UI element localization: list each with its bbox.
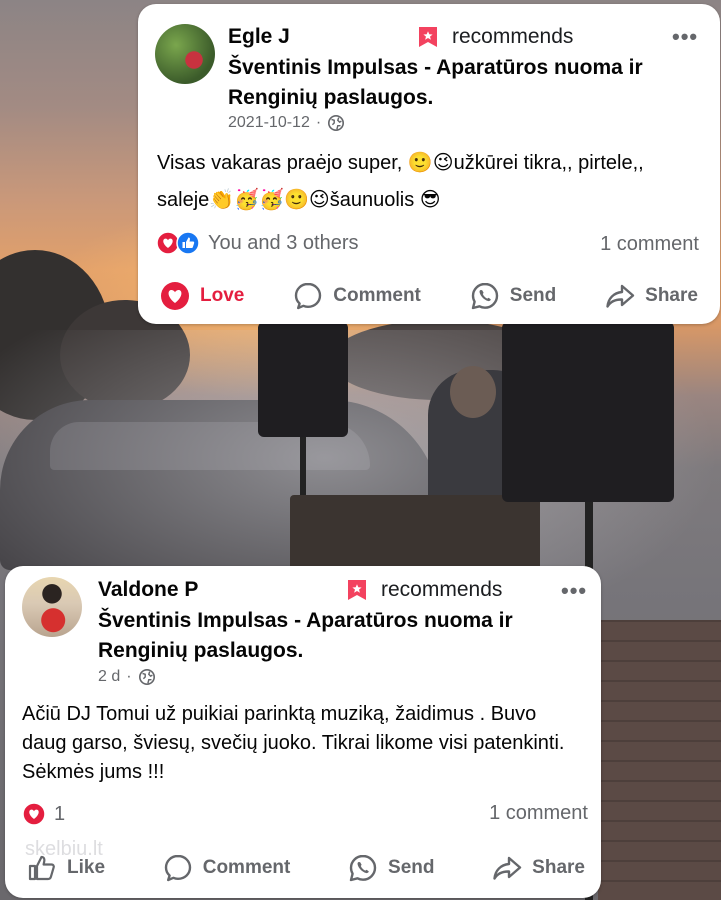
comments-count[interactable]: 1 comment	[489, 802, 588, 825]
reactions-text: You and 3 others	[208, 231, 359, 254]
love-button-label: Love	[200, 285, 245, 306]
recommendation-card: Egle J recommends ••• Šventinis Impulsas…	[138, 4, 720, 324]
send-button-label: Send	[509, 285, 557, 306]
post-date[interactable]: 2021-10-12	[228, 114, 310, 132]
whatsapp-send-icon	[471, 282, 498, 310]
recommends-label: recommends	[416, 25, 573, 49]
recommend-flag-icon	[419, 27, 437, 47]
send-button[interactable]: Send	[348, 853, 434, 883]
comments-count[interactable]: 1 comment	[600, 233, 699, 256]
post-meta: 2021-10-12 ·	[228, 114, 345, 132]
page-name[interactable]: Šventinis Impulsas - Aparatūros nuoma ir…	[98, 606, 558, 666]
share-button-label: Share	[645, 285, 698, 306]
meta-separator: ·	[315, 114, 322, 131]
globe-icon	[138, 668, 155, 686]
send-button[interactable]: Send	[470, 281, 556, 311]
recommends-text: recommends	[381, 578, 503, 601]
love-reaction-icon	[22, 802, 46, 826]
share-button[interactable]: Share	[492, 853, 585, 883]
post-date[interactable]: 2 d	[98, 668, 120, 686]
more-options-icon[interactable]: •••	[561, 578, 587, 604]
reactions-summary[interactable]: 1	[22, 802, 65, 826]
love-button[interactable]: Love	[160, 281, 244, 311]
comment-button[interactable]: Comment	[163, 853, 291, 883]
speaker	[258, 322, 348, 437]
post-text: Ačiū DJ Tomui už puikiai parinktą muziką…	[22, 703, 565, 783]
speaker	[502, 322, 674, 502]
author-name[interactable]: Egle J	[228, 25, 290, 49]
send-button-label: Send	[388, 857, 435, 878]
post-meta: 2 d ·	[98, 668, 156, 686]
share-arrow-icon	[493, 856, 522, 880]
reactions-summary[interactable]: You and 3 others	[156, 231, 359, 255]
comment-button-label: Comment	[333, 285, 421, 306]
share-button[interactable]: Share	[605, 281, 698, 311]
meta-separator: ·	[126, 668, 132, 685]
dj-booth	[290, 495, 540, 570]
love-reaction-icon	[161, 282, 189, 310]
recommendation-card: Valdone P recommends ••• Šventinis Impul…	[5, 566, 601, 898]
comment-bubble-icon	[164, 854, 191, 882]
share-button-label: Share	[532, 857, 585, 878]
thumbs-up-icon	[28, 855, 55, 881]
author-name[interactable]: Valdone P	[98, 578, 198, 602]
avatar[interactable]	[155, 24, 215, 84]
whatsapp-send-icon	[349, 854, 377, 882]
like-button-label: Like	[67, 857, 106, 878]
wooden-floor	[598, 620, 721, 900]
recommend-flag-icon	[348, 580, 366, 600]
reactions-count: 1	[54, 802, 66, 825]
share-arrow-icon	[606, 284, 635, 308]
comment-button[interactable]: Comment	[293, 281, 421, 311]
like-button[interactable]: Like	[27, 853, 105, 883]
recommends-text: recommends	[452, 25, 574, 48]
avatar[interactable]	[22, 577, 82, 637]
comment-bubble-icon	[295, 282, 322, 310]
action-bar: Like Comment Send Share	[27, 853, 585, 883]
love-like-reaction-icons	[156, 231, 200, 255]
action-bar: Love Comment Send Share	[160, 281, 698, 311]
page-name[interactable]: Šventinis Impulsas - Aparatūros nuoma ir…	[228, 53, 678, 113]
globe-icon	[328, 114, 345, 132]
more-options-icon[interactable]: •••	[672, 24, 698, 50]
recommends-label: recommends	[345, 578, 502, 602]
post-text: Visas vakaras praėjo super, 🙂😉užkūrei ti…	[157, 152, 644, 211]
comment-button-label: Comment	[202, 857, 291, 878]
